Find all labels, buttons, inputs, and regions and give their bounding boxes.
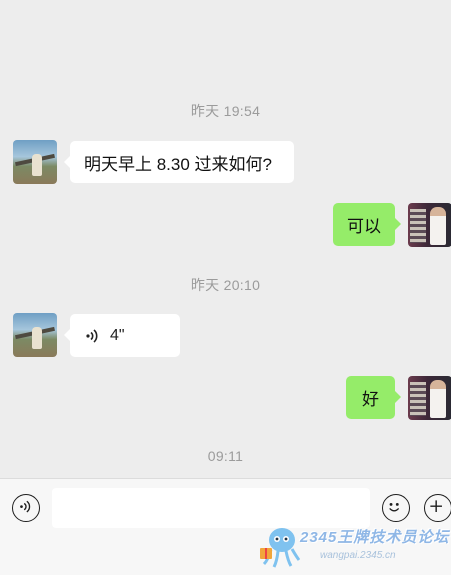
emoji-button[interactable]: [382, 494, 410, 522]
avatar-photo-detail: [430, 207, 446, 245]
contact-avatar[interactable]: [13, 140, 57, 184]
voice-duration: 4": [110, 326, 125, 344]
avatar-photo-detail: [32, 154, 42, 176]
timestamp: 昨天 19:54: [190, 103, 261, 119]
voice-message-bubble[interactable]: 4": [64, 314, 180, 357]
emoji-icon: [389, 502, 400, 512]
more-options-button[interactable]: [424, 494, 451, 522]
voice-icon: [20, 500, 31, 513]
message-text: 明天早上 8.30 过来如何?: [84, 154, 272, 174]
avatar-photo-detail: [410, 382, 426, 416]
avatar-photo-detail: [430, 380, 446, 418]
message-text: 好: [362, 390, 379, 409]
input-bar: [0, 478, 451, 575]
chat-area[interactable]: 昨天 19:54 明天早上 8.30 过来如何? 可以 昨天 20:10 4" …: [0, 0, 451, 478]
avatar-photo-detail: [410, 209, 426, 243]
my-avatar[interactable]: [408, 376, 451, 420]
voice-wave-icon: [86, 328, 98, 343]
my-avatar[interactable]: [408, 203, 451, 247]
message-bubble-sent[interactable]: 可以: [333, 203, 401, 246]
timestamp: 昨天 20:10: [190, 277, 261, 293]
avatar-photo-detail: [32, 327, 42, 349]
timestamp: 09:11: [207, 448, 244, 464]
contact-avatar[interactable]: [13, 313, 57, 357]
message-input[interactable]: [52, 488, 370, 528]
message-bubble-sent[interactable]: 好: [346, 376, 401, 419]
plus-icon: [430, 500, 442, 512]
message-bubble-received[interactable]: 明天早上 8.30 过来如何?: [64, 141, 294, 183]
message-text: 可以: [347, 217, 381, 236]
voice-toggle-button[interactable]: [12, 494, 40, 522]
